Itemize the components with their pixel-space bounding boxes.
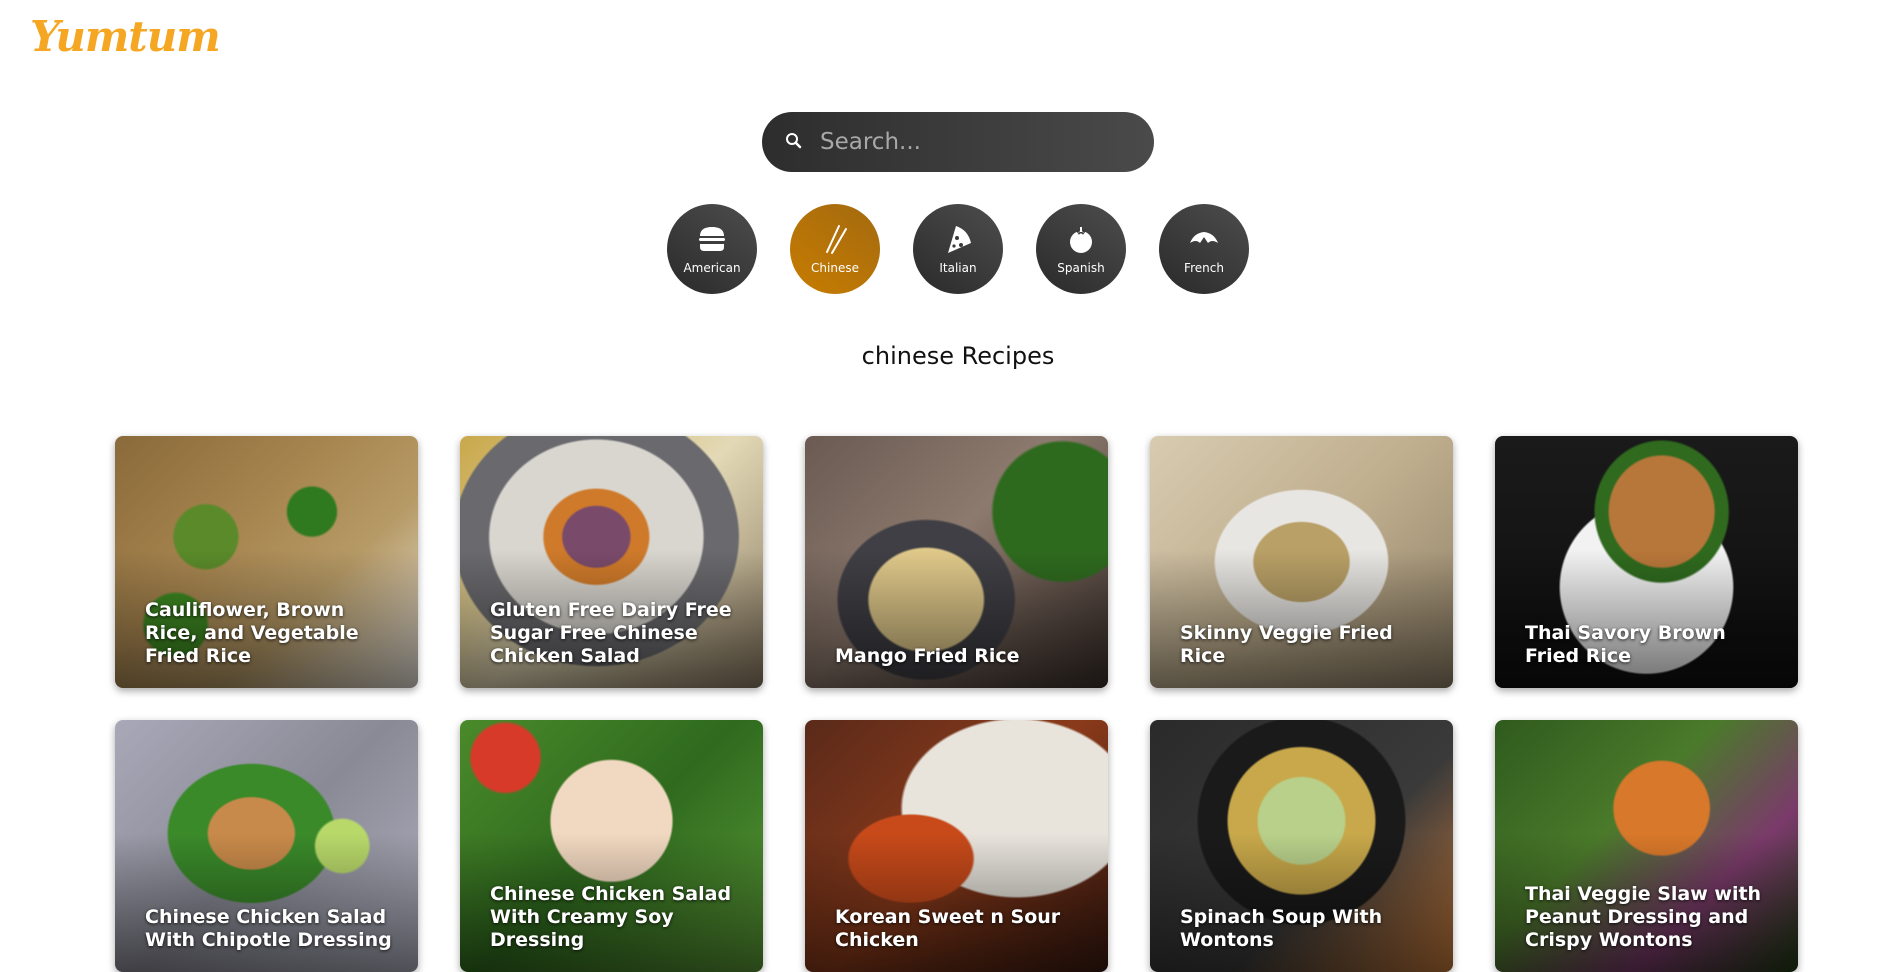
search-input[interactable] — [810, 112, 1150, 172]
category-spanish[interactable]: Spanish — [1036, 204, 1126, 294]
category-chinese[interactable]: Chinese — [790, 204, 880, 294]
recipe-card[interactable]: Korean Sweet n Sour Chicken — [805, 720, 1108, 972]
category-italian[interactable]: Italian — [913, 204, 1003, 294]
recipe-title: Korean Sweet n Sour Chicken — [835, 906, 1061, 951]
chopsticks-icon — [826, 225, 847, 254]
category-nav: American Chinese Italian Spanish French — [667, 204, 1249, 294]
recipe-card[interactable]: Chinese Chicken Salad With Chipotle Dres… — [115, 720, 418, 972]
section-title: chinese Recipes — [861, 342, 1055, 370]
logo[interactable]: Yumtum — [30, 12, 221, 61]
recipe-card[interactable]: Spinach Soup With Wontons — [1150, 720, 1453, 972]
recipe-card[interactable]: Skinny Veggie Fried Rice — [1150, 436, 1453, 688]
recipe-card[interactable]: Cauliflower, Brown Rice, and Vegetable F… — [115, 436, 418, 688]
search-icon — [786, 133, 802, 149]
recipe-title: Thai Veggie Slaw with Peanut Dressing an… — [1525, 883, 1762, 951]
recipe-title: Mango Fried Rice — [835, 645, 1020, 667]
category-label: American — [683, 261, 741, 275]
recipe-title: Chinese Chicken Salad With Chipotle Dres… — [145, 906, 392, 951]
recipe-title: Chinese Chicken Salad With Creamy Soy Dr… — [490, 883, 732, 951]
recipe-card[interactable]: Thai Savory Brown Fried Rice — [1495, 436, 1798, 688]
category-label: French — [1184, 261, 1224, 275]
category-french[interactable]: French — [1159, 204, 1249, 294]
recipe-title: Skinny Veggie Fried Rice — [1180, 622, 1393, 667]
recipe-card[interactable]: Chinese Chicken Salad With Creamy Soy Dr… — [460, 720, 763, 972]
recipe-title: Spinach Soup With Wontons — [1180, 906, 1383, 951]
pizza-icon — [948, 226, 971, 253]
recipe-card[interactable]: Mango Fried Rice — [805, 436, 1108, 688]
category-label: Chinese — [811, 261, 859, 275]
croissant-icon — [1190, 232, 1218, 243]
recipe-title: Thai Savory Brown Fried Rice — [1525, 622, 1726, 667]
tomato-icon — [1070, 227, 1092, 253]
recipe-card[interactable]: Thai Veggie Slaw with Peanut Dressing an… — [1495, 720, 1798, 972]
category-label: Italian — [939, 261, 977, 275]
recipe-card[interactable]: Gluten Free Dairy Free Sugar Free Chines… — [460, 436, 763, 688]
category-american[interactable]: American — [667, 204, 757, 294]
recipe-title: Gluten Free Dairy Free Sugar Free Chines… — [490, 599, 732, 667]
burger-icon — [699, 227, 725, 251]
search-bar — [762, 112, 1154, 172]
category-label: Spanish — [1057, 261, 1105, 275]
recipe-title: Cauliflower, Brown Rice, and Vegetable F… — [145, 599, 359, 667]
recipe-grid: Cauliflower, Brown Rice, and Vegetable F… — [115, 436, 1798, 972]
